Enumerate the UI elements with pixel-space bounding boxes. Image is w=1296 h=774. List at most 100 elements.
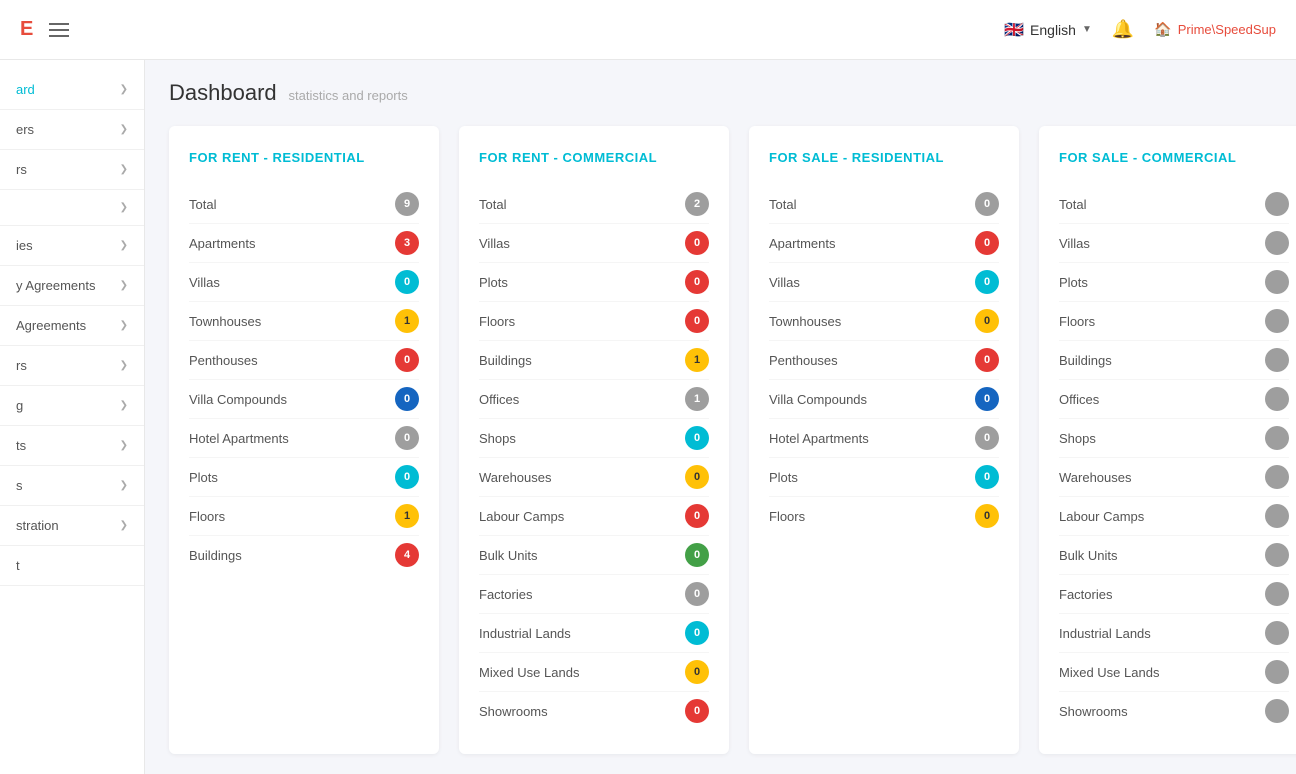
table-row[interactable]: Industrial Lands0: [479, 614, 709, 653]
table-row[interactable]: Villa Compounds0: [769, 380, 999, 419]
notification-bell-icon[interactable]: 🔔: [1112, 19, 1134, 40]
sidebar-item-6[interactable]: y Agreements ❯: [0, 266, 144, 306]
table-row[interactable]: Plots0: [769, 458, 999, 497]
sidebar-item-4[interactable]: ❯: [0, 190, 144, 226]
table-row[interactable]: Showrooms: [1059, 692, 1289, 730]
sidebar-item-label: rs: [16, 162, 27, 177]
property-label: Buildings: [479, 353, 532, 368]
table-row[interactable]: Plots: [1059, 263, 1289, 302]
table-row[interactable]: Shops0: [479, 419, 709, 458]
hamburger-menu-icon[interactable]: [49, 23, 69, 37]
table-row[interactable]: Total2: [479, 185, 709, 224]
table-row[interactable]: Total9: [189, 185, 419, 224]
table-row[interactable]: Total: [1059, 185, 1289, 224]
card-for-rent-commercial: FOR RENT - COMMERCIALTotal2Villas0Plots0…: [459, 126, 729, 754]
property-label: Hotel Apartments: [189, 431, 289, 446]
table-row[interactable]: Factories0: [479, 575, 709, 614]
count-badge: [1265, 387, 1289, 411]
table-row[interactable]: Apartments0: [769, 224, 999, 263]
sidebar-item-8[interactable]: rs ❯: [0, 346, 144, 386]
property-label: Villas: [189, 275, 220, 290]
sidebar-item-label: ts: [16, 438, 26, 453]
sidebar-item-label: ers: [16, 122, 34, 137]
logo: E: [20, 18, 33, 41]
table-row[interactable]: Villas: [1059, 224, 1289, 263]
chevron-right-icon: ❯: [120, 360, 128, 371]
sidebar-item-5[interactable]: ies ❯: [0, 226, 144, 266]
table-row[interactable]: Apartments3: [189, 224, 419, 263]
table-row[interactable]: Villas0: [189, 263, 419, 302]
header-left: E: [20, 18, 69, 41]
sidebar-item-label: t: [16, 558, 20, 573]
count-badge: 0: [685, 582, 709, 606]
sidebar-item-7[interactable]: Agreements ❯: [0, 306, 144, 346]
table-row[interactable]: Labour Camps0: [479, 497, 709, 536]
property-label: Penthouses: [769, 353, 838, 368]
table-row[interactable]: Mixed Use Lands0: [479, 653, 709, 692]
chevron-right-icon: ❯: [120, 520, 128, 531]
table-row[interactable]: Factories: [1059, 575, 1289, 614]
table-row[interactable]: Plots0: [479, 263, 709, 302]
table-row[interactable]: Townhouses0: [769, 302, 999, 341]
count-badge: 3: [395, 231, 419, 255]
sidebar-item-9[interactable]: g ❯: [0, 386, 144, 426]
user-info[interactable]: 🏠 Prime\SpeedSup: [1154, 21, 1276, 38]
table-row[interactable]: Villas0: [479, 224, 709, 263]
sidebar-item-label: y Agreements: [16, 278, 96, 293]
table-row[interactable]: Penthouses0: [189, 341, 419, 380]
table-row[interactable]: Labour Camps: [1059, 497, 1289, 536]
flag-icon: 🇬🇧: [1004, 20, 1024, 40]
table-row[interactable]: Hotel Apartments0: [189, 419, 419, 458]
table-row[interactable]: Bulk Units0: [479, 536, 709, 575]
count-badge: 0: [975, 465, 999, 489]
sidebar-item-10[interactable]: ts ❯: [0, 426, 144, 466]
table-row[interactable]: Hotel Apartments0: [769, 419, 999, 458]
count-badge: 0: [685, 504, 709, 528]
count-badge: 0: [685, 621, 709, 645]
table-row[interactable]: Floors: [1059, 302, 1289, 341]
table-row[interactable]: Showrooms0: [479, 692, 709, 730]
table-row[interactable]: Buildings1: [479, 341, 709, 380]
count-badge: 9: [395, 192, 419, 216]
chevron-right-icon: ❯: [120, 124, 128, 135]
sidebar-item-12[interactable]: stration ❯: [0, 506, 144, 546]
table-row[interactable]: Floors1: [189, 497, 419, 536]
table-row[interactable]: Shops: [1059, 419, 1289, 458]
table-row[interactable]: Warehouses: [1059, 458, 1289, 497]
table-row[interactable]: Total0: [769, 185, 999, 224]
table-row[interactable]: Townhouses1: [189, 302, 419, 341]
sidebar-item-11[interactable]: s ❯: [0, 466, 144, 506]
property-label: Factories: [1059, 587, 1112, 602]
property-label: Plots: [479, 275, 508, 290]
header: E 🇬🇧 English ▼ 🔔 🏠 Prime\SpeedSup: [0, 0, 1296, 60]
count-badge: 0: [685, 465, 709, 489]
count-badge: [1265, 621, 1289, 645]
chevron-right-icon: ❯: [120, 400, 128, 411]
table-row[interactable]: Warehouses0: [479, 458, 709, 497]
table-row[interactable]: Plots0: [189, 458, 419, 497]
table-row[interactable]: Buildings: [1059, 341, 1289, 380]
table-row[interactable]: Villa Compounds0: [189, 380, 419, 419]
table-row[interactable]: Floors0: [769, 497, 999, 535]
table-row[interactable]: Offices1: [479, 380, 709, 419]
table-row[interactable]: Mixed Use Lands: [1059, 653, 1289, 692]
chevron-right-icon: ❯: [120, 202, 128, 213]
table-row[interactable]: Buildings4: [189, 536, 419, 574]
property-label: Offices: [1059, 392, 1099, 407]
table-row[interactable]: Industrial Lands: [1059, 614, 1289, 653]
table-row[interactable]: Floors0: [479, 302, 709, 341]
sidebar-item-13[interactable]: t: [0, 546, 144, 586]
sidebar-item-2[interactable]: ers ❯: [0, 110, 144, 150]
sidebar-item-dashboard[interactable]: ard ❯: [0, 70, 144, 110]
property-label: Villas: [1059, 236, 1090, 251]
language-selector[interactable]: 🇬🇧 English ▼: [1004, 20, 1092, 40]
table-row[interactable]: Villas0: [769, 263, 999, 302]
table-row[interactable]: Bulk Units: [1059, 536, 1289, 575]
table-row[interactable]: Offices: [1059, 380, 1289, 419]
table-row[interactable]: Penthouses0: [769, 341, 999, 380]
count-badge: [1265, 543, 1289, 567]
property-label: Plots: [1059, 275, 1088, 290]
sidebar-item-3[interactable]: rs ❯: [0, 150, 144, 190]
sidebar-item-label: g: [16, 398, 23, 413]
header-right: 🇬🇧 English ▼ 🔔 🏠 Prime\SpeedSup: [1004, 19, 1276, 40]
